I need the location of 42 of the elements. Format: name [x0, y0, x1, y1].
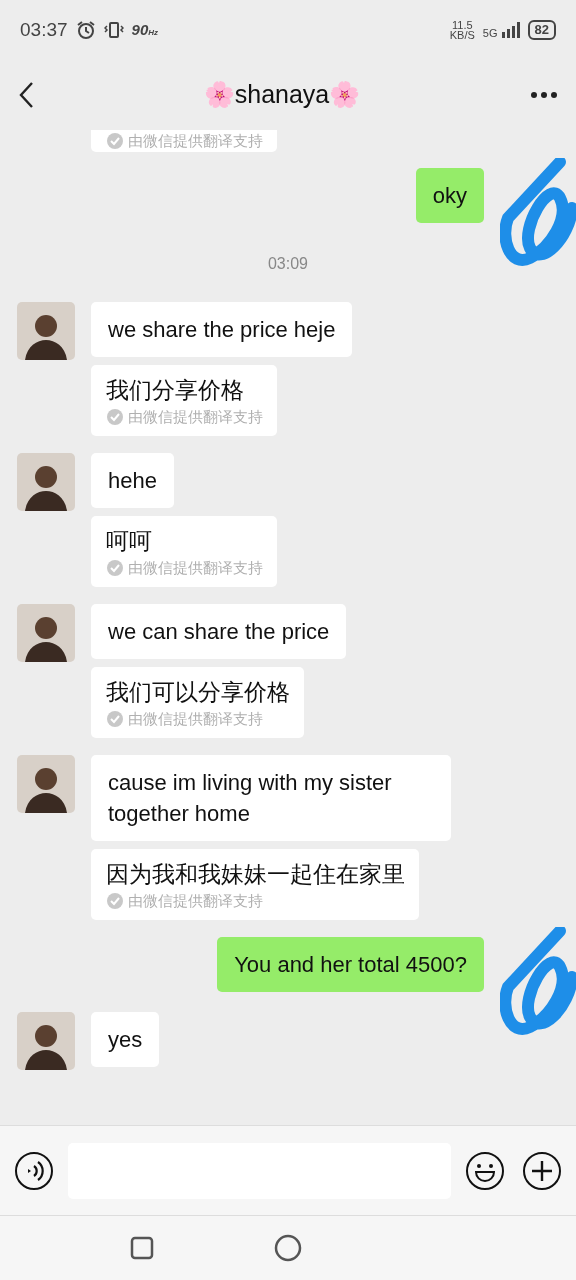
home-icon[interactable]	[273, 1234, 302, 1262]
avatar-icon	[17, 1012, 75, 1070]
translation-note: 由微信提供翻译支持	[128, 558, 263, 578]
signal-icon	[501, 22, 520, 38]
recents-icon[interactable]	[129, 1236, 154, 1260]
timestamp: 03:09	[266, 254, 309, 274]
translated-text: 我们分享价格	[106, 376, 245, 405]
message-bubble: hehe	[91, 453, 174, 508]
avatar-icon	[17, 604, 75, 662]
chat-title: 🌸shanaya🌸	[203, 79, 361, 111]
message-bubble: we share the price heje	[91, 302, 353, 357]
translated-text: 因为我和我妹妹一起住在家里	[106, 860, 405, 889]
message-bubble: oky	[415, 168, 484, 223]
check-icon	[106, 559, 124, 577]
translation-note: 由微信提供翻译支持	[128, 407, 263, 427]
alarm-icon	[75, 20, 96, 40]
translation-note: 由微信提供翻译支持	[128, 131, 263, 151]
avatar-icon	[17, 453, 75, 511]
translated-text: 呵呵	[106, 527, 153, 556]
message-bubble: we can share the price	[91, 604, 347, 659]
check-icon	[106, 710, 124, 728]
emoji-icon[interactable]	[465, 1150, 505, 1191]
check-icon	[106, 408, 124, 426]
message-bubble: yes	[91, 1012, 160, 1067]
translated-text: 我们可以分享价格	[106, 678, 290, 707]
network-type: 5G	[482, 28, 498, 38]
battery-indicator: 82	[527, 20, 556, 40]
avatar-icon	[17, 755, 75, 813]
translation-note: 由微信提供翻译支持	[128, 709, 263, 729]
avatar-icon	[17, 302, 75, 360]
message-bubble: cause im living with my sister together home	[91, 755, 451, 841]
voice-icon[interactable]	[14, 1150, 54, 1191]
vibrate-icon	[103, 20, 124, 40]
translation-note: 由微信提供翻译支持	[128, 891, 263, 911]
add-icon[interactable]	[522, 1150, 562, 1191]
clock-time: 03:37	[20, 17, 68, 42]
more-icon[interactable]	[530, 91, 558, 99]
check-icon	[106, 892, 124, 910]
refresh-rate: 90Hz	[131, 19, 158, 40]
message-bubble: You and her total 4500?	[217, 937, 484, 992]
back-icon[interactable]	[18, 81, 34, 109]
network-speed: 11.5 KB/S	[449, 20, 475, 40]
